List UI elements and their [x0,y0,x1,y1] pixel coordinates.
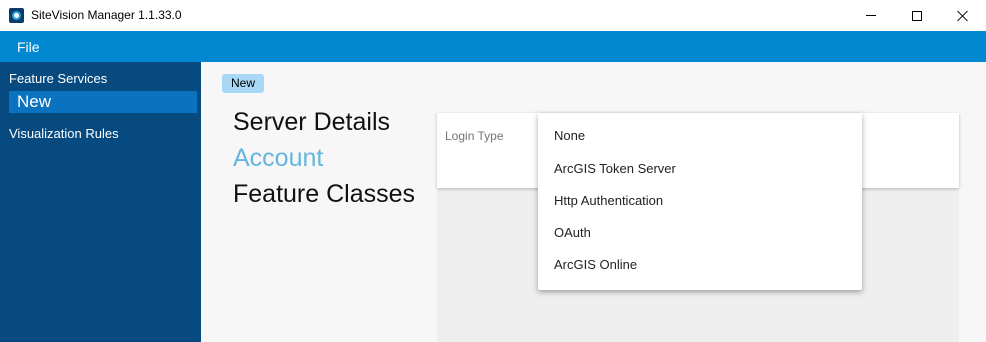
sidebar-item-new[interactable]: New [9,91,197,113]
sidebar-item-new-label: New [17,92,52,111]
option-none[interactable]: None [554,128,585,143]
minimize-button[interactable] [848,0,894,31]
menu-file[interactable]: File [17,39,40,55]
step-account[interactable]: Account [233,144,323,173]
option-arcgis-token-server[interactable]: ArcGIS Token Server [554,161,676,176]
app-window: SiteVision Manager 1.1.33.0 File Feature… [0,0,986,342]
sidebar: Feature Services New Visualization Rules [0,62,201,342]
minimize-icon [866,15,876,16]
option-oauth[interactable]: OAuth [554,225,591,240]
maximize-button[interactable] [894,0,940,31]
new-chip: New [222,74,265,93]
login-type-label: Login Type [445,129,504,143]
sidebar-item-visualization-rules[interactable]: Visualization Rules [9,126,119,141]
title-bar: SiteVision Manager 1.1.33.0 [0,0,986,31]
step-feature-classes[interactable]: Feature Classes [233,180,415,209]
login-type-dropdown: None ArcGIS Token Server Http Authentica… [538,113,862,290]
maximize-icon [912,10,922,21]
option-arcgis-online[interactable]: ArcGIS Online [554,257,637,272]
close-button[interactable] [940,0,986,31]
main-content: New Server Details Account Feature Class… [201,62,986,342]
window-title: SiteVision Manager 1.1.33.0 [31,8,182,22]
sidebar-item-feature-services[interactable]: Feature Services [9,71,107,86]
close-icon [957,10,969,22]
menu-bar: File [0,31,986,62]
option-http-authentication[interactable]: Http Authentication [554,193,663,208]
app-icon [9,8,24,23]
step-server-details[interactable]: Server Details [233,108,390,137]
